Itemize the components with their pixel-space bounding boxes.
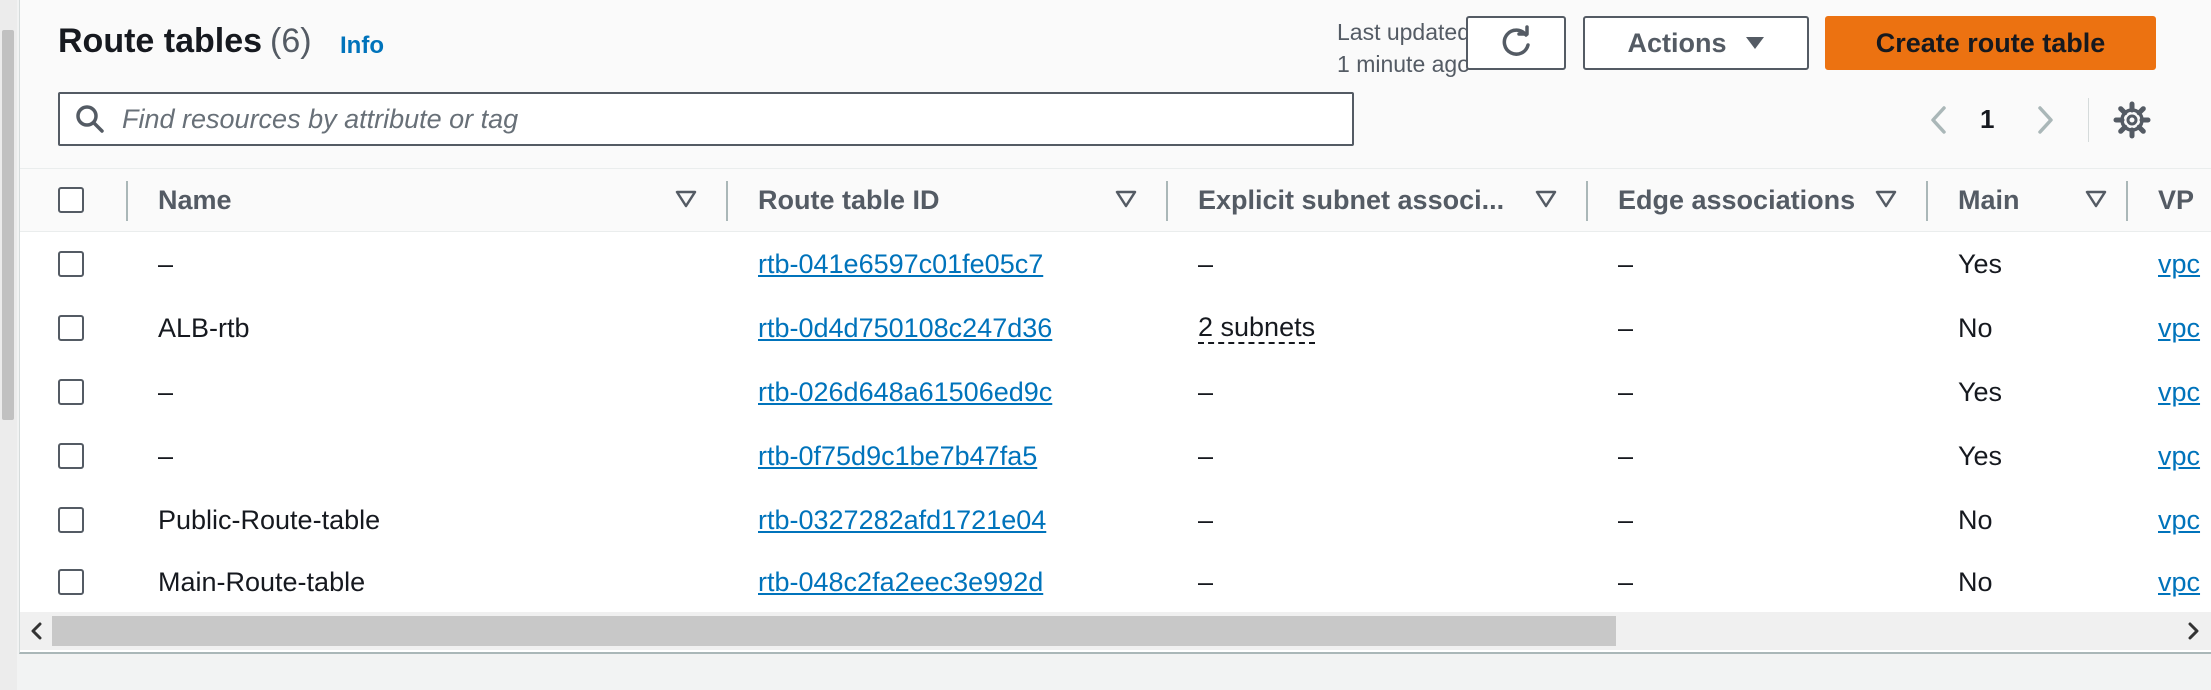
cell-main: Yes [1958, 440, 2003, 471]
row-checkbox[interactable] [58, 251, 84, 277]
cell-name: – [158, 440, 174, 471]
cell-subnet-associations: – [1198, 248, 1214, 279]
create-route-table-button[interactable]: Create route table [1825, 16, 2156, 70]
table-row[interactable]: – rtb-026d648a61506ed9c – – Yes vpc [20, 360, 2211, 425]
column-header-route-table-id[interactable]: Route table ID [758, 169, 940, 231]
table-row[interactable]: – rtb-0f75d9c1be7b47fa5 – – Yes vpc [20, 424, 2211, 489]
route-table-id-link[interactable]: rtb-048c2fa2eec3e992d [758, 567, 1043, 598]
column-header-vpc[interactable]: VP [2158, 169, 2211, 231]
column-header-main[interactable]: Main [1958, 169, 2020, 231]
cell-main: No [1958, 312, 1993, 343]
caret-down-icon [1745, 37, 1764, 49]
column-divider[interactable] [1586, 181, 1588, 221]
vpc-link[interactable]: vpc [2158, 313, 2200, 344]
actions-label: Actions [1627, 27, 1727, 58]
scroll-left-icon[interactable] [26, 616, 48, 646]
cell-main: Yes [1958, 248, 2003, 279]
table-row[interactable]: – rtb-041e6597c01fe05c7 – – Yes vpc [20, 232, 2211, 297]
info-link[interactable]: Info [340, 32, 384, 60]
route-table-id-link[interactable]: rtb-0f75d9c1be7b47fa5 [758, 441, 1037, 472]
sort-icon[interactable] [1875, 189, 1897, 209]
cell-edge-associations: – [1618, 248, 1634, 279]
cell-name: ALB-rtb [158, 312, 250, 343]
cell-name: Main-Route-table [158, 566, 366, 597]
cell-edge-associations: – [1618, 312, 1634, 343]
row-checkbox[interactable] [58, 379, 84, 405]
row-checkbox[interactable] [58, 569, 84, 595]
scroll-right-icon[interactable] [2182, 616, 2204, 646]
vpc-link[interactable]: vpc [2158, 249, 2200, 280]
horizontal-scrollbar-thumb[interactable] [52, 616, 1616, 646]
row-checkbox[interactable] [58, 315, 84, 341]
cell-edge-associations: – [1618, 376, 1634, 407]
page-scrollbar[interactable] [0, 0, 17, 690]
cell-subnet-associations: – [1198, 376, 1214, 407]
gear-icon [2113, 101, 2151, 139]
cell-main: No [1958, 566, 1993, 597]
vpc-link[interactable]: vpc [2158, 505, 2200, 536]
cell-edge-associations: – [1618, 566, 1634, 597]
cell-subnet-associations: – [1198, 504, 1214, 535]
last-updated-label: Last updated [1336, 19, 1470, 45]
column-header-name[interactable]: Name [158, 169, 232, 231]
table-row[interactable]: ALB-rtb rtb-0d4d750108c247d36 2 subnets … [20, 296, 2211, 361]
search-field[interactable] [58, 92, 1354, 146]
row-checkbox[interactable] [58, 507, 84, 533]
pagination-divider [2088, 98, 2089, 142]
select-all-checkbox[interactable] [58, 187, 84, 213]
route-table-id-link[interactable]: rtb-026d648a61506ed9c [758, 377, 1052, 408]
previous-page-button[interactable] [1924, 100, 1954, 140]
column-header-explicit-subnet-associations[interactable]: Explicit subnet associ... [1198, 169, 1504, 231]
sort-icon[interactable] [675, 189, 697, 209]
cell-main: Yes [1958, 376, 2003, 407]
resource-count: (6) [270, 22, 312, 60]
column-divider[interactable] [2126, 181, 2128, 221]
cell-edge-associations: – [1618, 440, 1634, 471]
table-header: Name Route table ID Explicit subnet asso… [20, 169, 2211, 232]
route-table-id-link[interactable]: rtb-041e6597c01fe05c7 [758, 249, 1043, 280]
current-page-number[interactable]: 1 [1980, 104, 1994, 135]
vpc-link[interactable]: vpc [2158, 567, 2200, 598]
horizontal-scrollbar[interactable] [20, 612, 2211, 650]
subnet-associations-popover[interactable]: 2 subnets [1198, 312, 1316, 344]
column-divider[interactable] [126, 181, 128, 221]
column-divider[interactable] [1926, 181, 1928, 221]
page-scrollbar-thumb[interactable] [2, 30, 14, 420]
actions-button[interactable]: Actions [1583, 16, 1809, 70]
table-row[interactable]: Main-Route-table rtb-048c2fa2eec3e992d –… [20, 552, 2211, 613]
cell-subnet-associations: – [1198, 566, 1214, 597]
page-title: Route tables (6) [58, 22, 312, 61]
search-input[interactable] [120, 102, 1352, 136]
sort-icon[interactable] [1535, 189, 1557, 209]
cell-name: Public-Route-table [158, 504, 381, 535]
route-table-id-link[interactable]: rtb-0327282afd1721e04 [758, 505, 1046, 536]
column-header-edge-associations[interactable]: Edge associations [1618, 169, 1855, 231]
chevron-right-icon [2038, 106, 2053, 134]
table-row[interactable]: Public-Route-table rtb-0327282afd1721e04… [20, 488, 2211, 553]
search-icon [60, 103, 120, 135]
row-checkbox[interactable] [58, 443, 84, 469]
vpc-link[interactable]: vpc [2158, 441, 2200, 472]
cell-subnet-associations: – [1198, 440, 1214, 471]
cell-name: – [158, 376, 174, 407]
next-page-button[interactable] [2030, 100, 2060, 140]
preferences-button[interactable] [2112, 100, 2152, 140]
cell-edge-associations: – [1618, 504, 1634, 535]
cell-main: No [1958, 504, 1993, 535]
sort-icon[interactable] [1115, 189, 1137, 209]
refresh-icon [1502, 25, 1530, 56]
route-table-id-link[interactable]: rtb-0d4d750108c247d36 [758, 313, 1052, 344]
last-updated: Last updated 1 minute ago [1290, 16, 1470, 80]
sort-icon[interactable] [2085, 189, 2107, 209]
cell-name: – [158, 248, 174, 279]
chevron-left-icon [1931, 106, 1946, 134]
refresh-button[interactable] [1466, 16, 1566, 70]
page-title-text: Route tables [58, 22, 263, 60]
column-divider[interactable] [726, 181, 728, 221]
column-divider[interactable] [1166, 181, 1168, 221]
vpc-link[interactable]: vpc [2158, 377, 2200, 408]
last-updated-time: 1 minute ago [1337, 51, 1470, 77]
route-tables-panel: Route tables (6) Info Last updated 1 minu… [19, 0, 2211, 654]
